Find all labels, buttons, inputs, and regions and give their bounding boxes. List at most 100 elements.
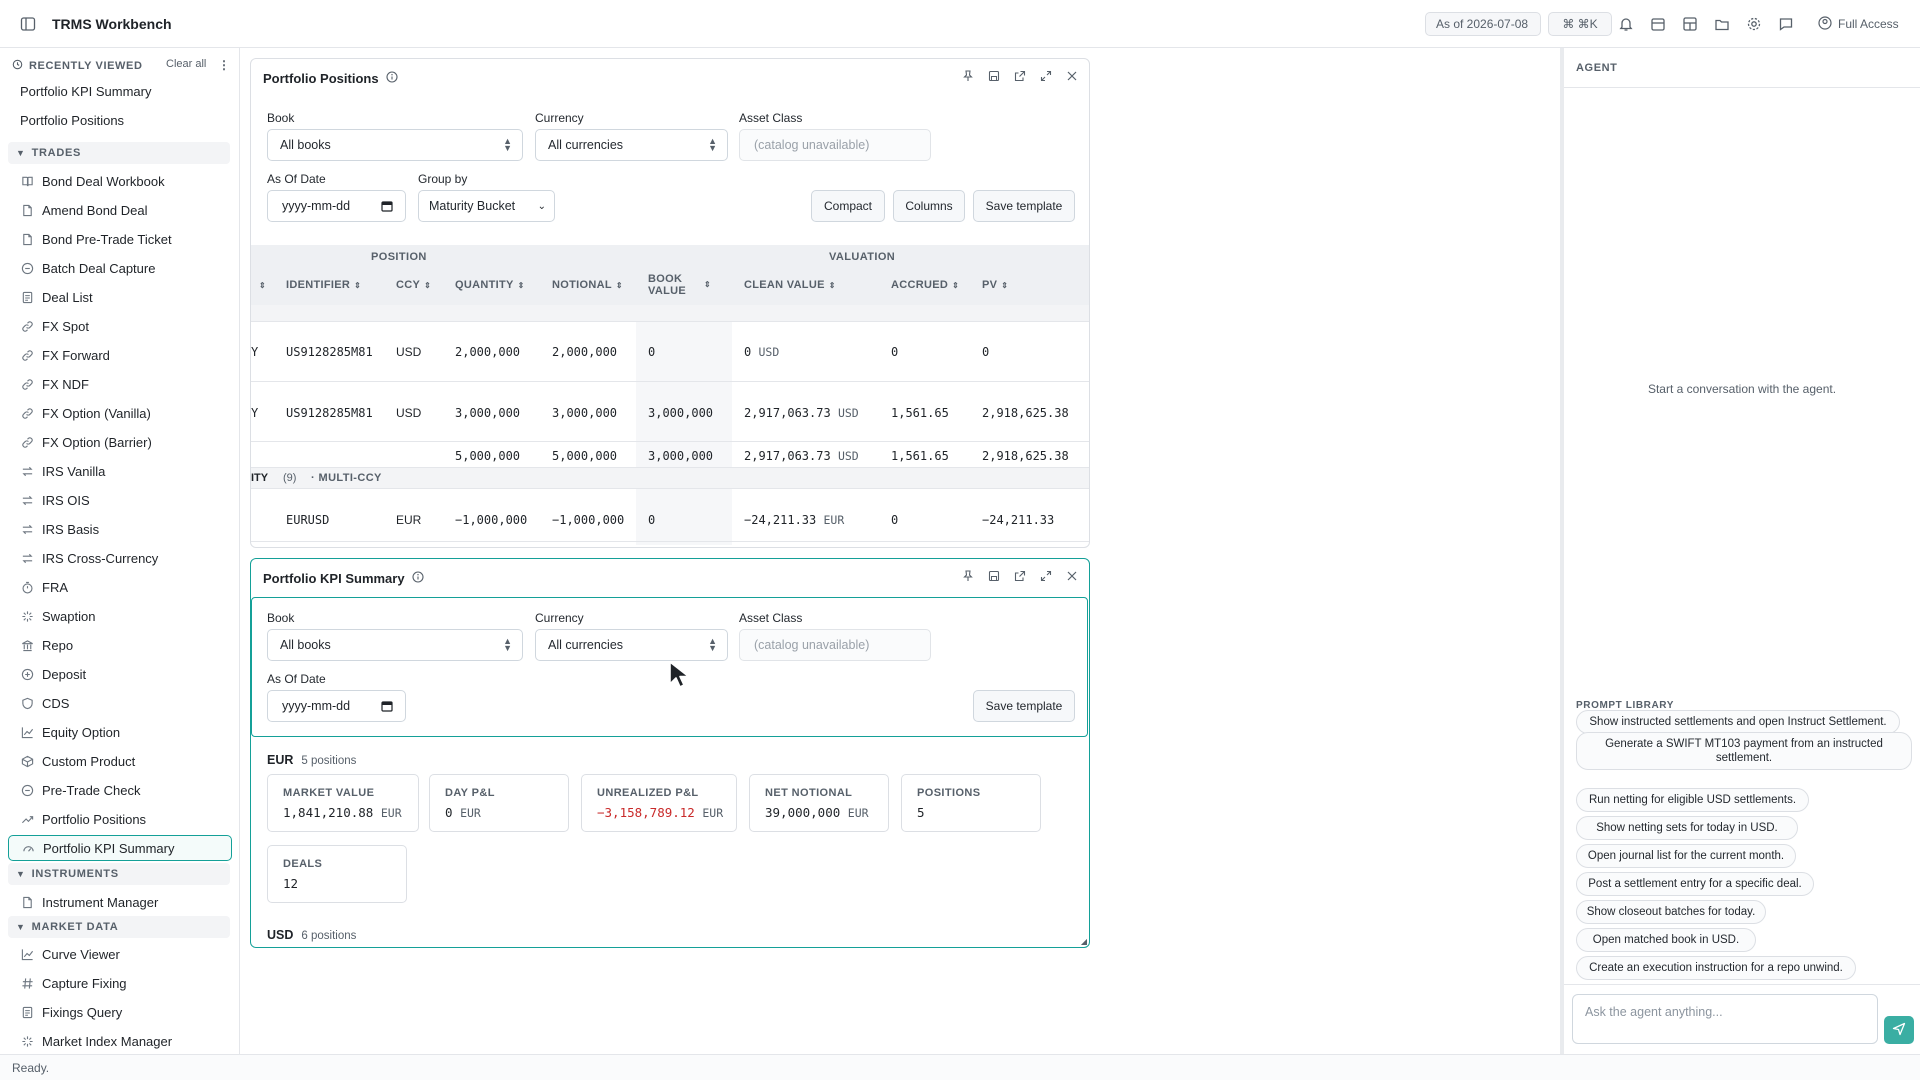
prompt-chip[interactable]: Open matched book in USD.	[1576, 928, 1756, 952]
prompt-chip[interactable]: Show instructed settlements and open Ins…	[1576, 710, 1900, 734]
send-button[interactable]	[1884, 1016, 1914, 1044]
currency-select[interactable]: All currencies ▲ ▼	[535, 129, 728, 161]
sidebar-item-deposit[interactable]: Deposit	[8, 661, 232, 687]
resize-handle-icon[interactable]: ◢	[1081, 937, 1087, 946]
compact-button[interactable]: Compact	[811, 190, 885, 222]
col-ccy[interactable]: CCY ⇕	[396, 279, 431, 291]
section-trades[interactable]: ▼ TRADES	[8, 142, 230, 164]
sidebar-item-batch-deal-capture[interactable]: Batch Deal Capture	[8, 255, 232, 281]
sidebar-item-fx-option-vanilla[interactable]: FX Option (Vanilla)	[8, 400, 232, 426]
sidebar-item-bond-pre-trade-ticket[interactable]: Bond Pre-Trade Ticket	[8, 226, 232, 252]
info-icon[interactable]	[412, 571, 424, 586]
sidebar-item-irs-vanilla[interactable]: IRS Vanilla	[8, 458, 232, 484]
col-notional[interactable]: NOTIONAL ⇕	[552, 279, 623, 291]
col-quantity[interactable]: QUANTITY ⇕	[455, 279, 525, 291]
bell-icon[interactable]	[1617, 15, 1635, 33]
col-identifier[interactable]: IDENTIFIER ⇕	[286, 279, 361, 291]
prompt-chip[interactable]: Show closeout batches for today.	[1576, 900, 1766, 924]
sidebar-item-curve-viewer[interactable]: Curve Viewer	[8, 941, 232, 967]
more-vertical-icon[interactable]: ⋮	[218, 58, 231, 72]
group-by-select[interactable]: Maturity Bucket ⌄	[418, 190, 555, 222]
chat-icon[interactable]	[1777, 15, 1795, 33]
calendar-icon[interactable]	[1649, 15, 1667, 33]
info-icon[interactable]	[386, 71, 398, 86]
prompt-chip[interactable]: Show netting sets for today in USD.	[1576, 816, 1798, 840]
calendar-icon[interactable]	[381, 700, 393, 712]
calendar-icon[interactable]	[381, 200, 393, 212]
sidebar-item-repo[interactable]: Repo	[8, 632, 232, 658]
prompt-chip[interactable]: Post a settlement entry for a specific d…	[1576, 872, 1814, 896]
settings-gear-icon[interactable]	[1745, 15, 1763, 33]
sidebar-item-fx-forward[interactable]: FX Forward	[8, 342, 232, 368]
clear-all-button[interactable]: Clear all	[166, 58, 206, 70]
sidebar-item-bond-deal-workbook[interactable]: Bond Deal Workbook	[8, 168, 232, 194]
book-select[interactable]: All books ▲ ▼	[267, 129, 523, 161]
save-template-button[interactable]: Save template	[973, 190, 1075, 222]
book-select[interactable]: All books ▲ ▼	[267, 629, 523, 661]
prompt-chip[interactable]: Create an execution instruction for a re…	[1576, 956, 1856, 980]
agent-input[interactable]: Ask the agent anything...	[1572, 994, 1878, 1044]
pin-icon[interactable]	[961, 569, 975, 583]
col-clean-value[interactable]: CLEAN VALUE ⇕	[744, 279, 836, 291]
layout-icon[interactable]	[1681, 15, 1699, 33]
sidebar-item-swaption[interactable]: Swaption	[8, 603, 232, 629]
close-icon[interactable]	[1065, 569, 1079, 583]
save-icon[interactable]	[987, 69, 1001, 83]
sidebar-item-irs-cross-currency[interactable]: IRS Cross-Currency	[8, 545, 232, 571]
sidebar-item-custom-product[interactable]: Custom Product	[8, 748, 232, 774]
prompt-chip[interactable]: Open journal list for the current month.	[1576, 844, 1796, 868]
prompt-chip[interactable]: Generate a SWIFT MT103 payment from an i…	[1576, 732, 1912, 770]
save-icon[interactable]	[987, 569, 1001, 583]
sort-icon[interactable]: ⇕	[255, 281, 266, 290]
open-external-icon[interactable]	[1013, 569, 1027, 583]
sidebar-item-deal-list[interactable]: Deal List	[8, 284, 232, 310]
top-bar: TRMS Workbench As of 2026-07-08 ⌘ ⌘K Ful…	[0, 0, 1920, 48]
pin-icon[interactable]	[961, 69, 975, 83]
sidebar-item-fx-option-barrier[interactable]: FX Option (Barrier)	[8, 429, 232, 455]
sidebar-item-pre-trade-check[interactable]: Pre-Trade Check	[8, 777, 232, 803]
sidebar-item-portfolio-positions[interactable]: Portfolio Positions	[8, 806, 232, 832]
col-accrued[interactable]: ACCRUED ⇕	[891, 279, 959, 291]
open-external-icon[interactable]	[1013, 69, 1027, 83]
group-row[interactable]: ITY (9) · MULTI-CCY	[251, 467, 1089, 489]
cell-quantity: 2,000,000	[455, 345, 521, 359]
sidebar-item-amend-bond-deal[interactable]: Amend Bond Deal	[8, 197, 232, 223]
sidebar-item-fra[interactable]: FRA	[8, 574, 232, 600]
sidebar-item-instrument-manager[interactable]: Instrument Manager	[8, 889, 232, 915]
section-instruments[interactable]: ▼ INSTRUMENTS	[8, 863, 230, 885]
currency-select[interactable]: All currencies ▲ ▼	[535, 629, 728, 661]
sidebar-toggle-icon[interactable]	[20, 16, 36, 32]
sidebar-item-fx-ndf[interactable]: FX NDF	[8, 371, 232, 397]
sidebar-item-market-index-manager[interactable]: Market Index Manager	[8, 1028, 232, 1054]
prompt-chip[interactable]: Run netting for eligible USD settlements…	[1576, 788, 1809, 812]
recent-item[interactable]: Portfolio Positions	[20, 113, 124, 128]
as-of-date-pill[interactable]: As of 2026-07-08	[1425, 12, 1541, 36]
save-template-button[interactable]: Save template	[973, 690, 1075, 722]
sort-icon: ⇕	[615, 280, 623, 290]
as-of-date-input[interactable]: yyyy-mm-dd	[267, 690, 406, 722]
positions-table: POSITION VALUATION ⇕ IDENTIFIER ⇕ CCY ⇕ QU…	[251, 245, 1089, 547]
command-palette-button[interactable]: ⌘ ⌘K	[1548, 12, 1612, 36]
col-book-value[interactable]: BOOK VALUE ⇕	[648, 273, 724, 297]
sidebar-item-equity-option[interactable]: Equity Option	[8, 719, 232, 745]
sidebar-item-capture-fixing[interactable]: Capture Fixing	[8, 970, 232, 996]
sidebar-item-fixings-query[interactable]: Fixings Query	[8, 999, 232, 1025]
section-market-data[interactable]: ▼ MARKET DATA	[8, 916, 230, 938]
sidebar-item-label: Batch Deal Capture	[42, 260, 156, 276]
as-of-date-input[interactable]: yyyy-mm-dd	[267, 190, 406, 222]
plus-circle-icon	[20, 667, 34, 681]
folder-icon[interactable]	[1713, 15, 1731, 33]
access-indicator[interactable]: Full Access	[1818, 14, 1899, 34]
recent-item[interactable]: Portfolio KPI Summary	[20, 84, 152, 99]
sidebar-item-irs-ois[interactable]: IRS OIS	[8, 487, 232, 513]
columns-button[interactable]: Columns	[893, 190, 965, 222]
sidebar-item-fx-spot[interactable]: FX Spot	[8, 313, 232, 339]
sidebar-item-cds[interactable]: CDS	[8, 690, 232, 716]
col-pv[interactable]: PV ⇕	[982, 279, 1008, 291]
maximize-icon[interactable]	[1039, 569, 1053, 583]
sidebar-item-irs-basis[interactable]: IRS Basis	[8, 516, 232, 542]
maximize-icon[interactable]	[1039, 69, 1053, 83]
close-icon[interactable]	[1065, 69, 1079, 83]
section-ccy: EUR	[267, 753, 294, 767]
sidebar-item-portfolio-kpi-summary[interactable]: Portfolio KPI Summary	[8, 835, 232, 861]
